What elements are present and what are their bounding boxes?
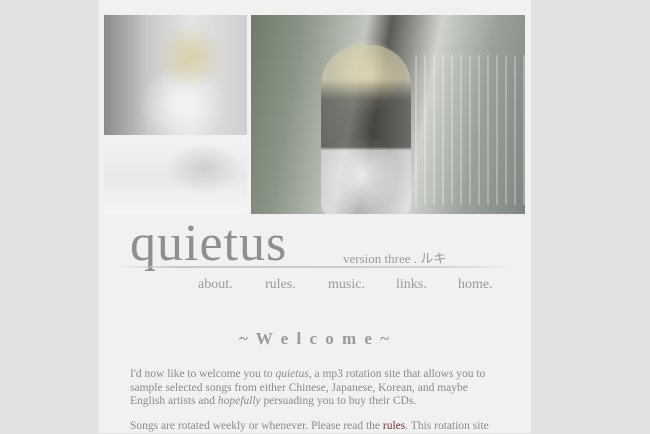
header-divider	[117, 266, 517, 268]
header-photo-bottom-left	[104, 138, 247, 214]
welcome-heading: ~ W e l c o m e ~	[238, 329, 392, 348]
header-photo-right	[251, 15, 525, 214]
header-photo-top-left	[104, 15, 247, 135]
nav-rules-link[interactable]: rules.	[265, 277, 296, 293]
intro-paragraph: I'd now like to welcome you to quietus, …	[130, 368, 500, 409]
page-container: quietus version three . ルキ about. rules.…	[99, 0, 531, 433]
main-nav: about. rules. music. links. home.	[198, 277, 518, 293]
site-name-emphasis: quietus	[275, 368, 309, 380]
nav-home-link[interactable]: home.	[458, 277, 493, 293]
version-label: version three . ルキ	[343, 251, 447, 266]
nav-links-link[interactable]: links.	[396, 277, 427, 293]
nav-about-link[interactable]: about.	[198, 277, 233, 293]
rules-text: Songs are rotated weekly or whenever. Pl…	[130, 420, 383, 432]
photo-railing	[415, 55, 525, 205]
rules-paragraph: Songs are rotated weekly or whenever. Pl…	[130, 420, 500, 434]
site-logo: quietus	[130, 215, 288, 272]
nav-music-link[interactable]: music.	[328, 277, 365, 293]
photo-figure	[321, 45, 411, 214]
rules-inline-link[interactable]: rules	[383, 420, 405, 432]
intro-text: I'd now like to welcome you to	[130, 368, 276, 380]
rules-text: . This rotation site	[405, 420, 489, 432]
hopefully-emphasis: hopefully	[217, 395, 261, 407]
intro-text: persuading you to buy their CDs.	[260, 395, 417, 407]
